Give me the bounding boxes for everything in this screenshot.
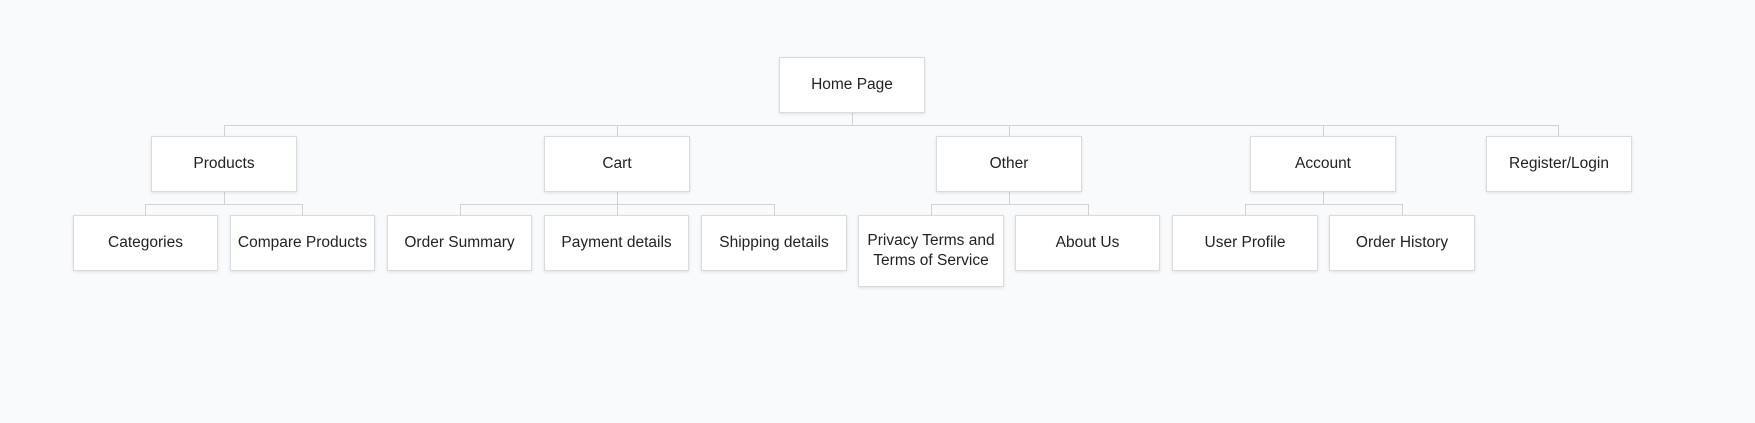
- sitemap-diagram: Home Page Products Cart Other Account Re…: [0, 0, 1755, 423]
- node-payment-details[interactable]: Payment details: [544, 215, 689, 271]
- node-home-page[interactable]: Home Page: [779, 57, 925, 113]
- node-about-us[interactable]: About Us: [1015, 215, 1160, 271]
- node-compare-products[interactable]: Compare Products: [230, 215, 375, 271]
- node-shipping-details[interactable]: Shipping details: [701, 215, 847, 271]
- node-cart[interactable]: Cart: [544, 136, 690, 192]
- node-products[interactable]: Products: [151, 136, 297, 192]
- node-user-profile[interactable]: User Profile: [1172, 215, 1318, 271]
- node-register-login[interactable]: Register/Login: [1486, 136, 1632, 192]
- node-other[interactable]: Other: [936, 136, 1082, 192]
- node-account[interactable]: Account: [1250, 136, 1396, 192]
- node-categories[interactable]: Categories: [73, 215, 218, 271]
- node-privacy-terms[interactable]: Privacy Terms and Terms of Service: [858, 215, 1004, 287]
- node-order-summary[interactable]: Order Summary: [387, 215, 532, 271]
- node-order-history[interactable]: Order History: [1329, 215, 1475, 271]
